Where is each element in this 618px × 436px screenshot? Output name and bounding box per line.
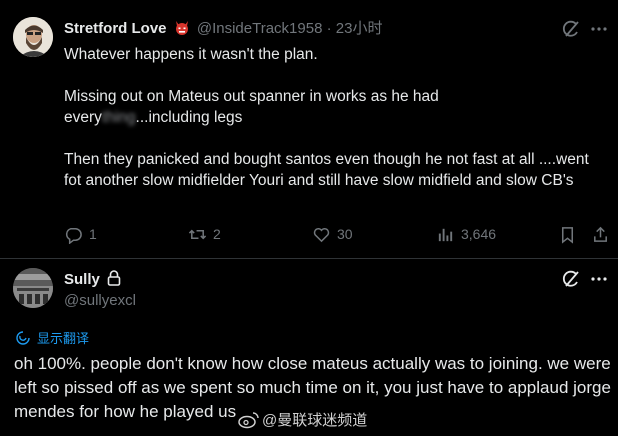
- tweet-text: Whatever happens it wasn't the plan. Mis…: [64, 44, 599, 191]
- user-handle[interactable]: @InsideTrack1958: [197, 20, 323, 37]
- display-name[interactable]: Sully: [64, 270, 121, 292]
- tweet-line: Whatever happens it wasn't the plan.: [64, 46, 318, 63]
- weibo-watermark: @曼联球迷频道: [238, 409, 367, 430]
- show-translation-link[interactable]: 显示翻译: [15, 328, 89, 347]
- like-count: 30: [337, 226, 353, 242]
- devil-face-icon: [174, 20, 190, 42]
- blurred-text: thing: [101, 109, 136, 126]
- views-button[interactable]: 3,646: [436, 222, 496, 246]
- heart-icon: [313, 227, 330, 242]
- more-icon[interactable]: [589, 269, 609, 294]
- more-icon[interactable]: [589, 19, 609, 44]
- share-icon: [594, 226, 607, 242]
- views-count: 3,646: [461, 226, 497, 242]
- bookmark-button[interactable]: [558, 222, 583, 246]
- weibo-icon: [238, 411, 259, 428]
- timestamp[interactable]: 23小时: [336, 20, 383, 37]
- avatar[interactable]: [13, 17, 53, 57]
- display-name[interactable]: Stretford Love: [64, 20, 167, 37]
- views-chart-icon: [438, 228, 453, 241]
- retweet-icon: [188, 229, 207, 239]
- tweet-line: every: [64, 109, 102, 126]
- lock-icon: [107, 270, 121, 292]
- grok-icon[interactable]: [561, 269, 581, 294]
- retweet-button[interactable]: 2: [188, 222, 221, 246]
- translate-icon: [16, 330, 30, 345]
- tweet-line: ...including legs: [135, 109, 243, 126]
- avatar[interactable]: [13, 268, 53, 308]
- user-handle[interactable]: @sullyexcl: [64, 291, 136, 311]
- grok-icon[interactable]: [561, 19, 581, 44]
- show-translation-label: 显示翻译: [37, 331, 90, 346]
- display-name-text: Sully: [64, 271, 100, 288]
- tweet-original[interactable]: Stretford Love @InsideTrack1958 · 23小时 W…: [0, 0, 618, 259]
- watermark-text: @曼联球迷频道: [262, 412, 368, 429]
- reply-icon: [65, 227, 82, 244]
- share-button[interactable]: [591, 222, 616, 246]
- reply-button[interactable]: 1: [64, 222, 97, 246]
- bookmark-icon: [561, 226, 574, 244]
- tweet-header: Stretford Love @InsideTrack1958 · 23小时: [64, 19, 382, 42]
- tweet-line: Then they panicked and bought santos eve…: [64, 151, 594, 189]
- like-button[interactable]: 30: [312, 222, 353, 246]
- retweet-count: 2: [213, 226, 221, 242]
- tweet-line: Missing out on Mateus out spanner in wor…: [64, 88, 439, 105]
- tweet-actions: 1 2 30 3,646: [64, 222, 614, 246]
- reply-count: 1: [89, 226, 97, 242]
- separator: ·: [322, 20, 336, 37]
